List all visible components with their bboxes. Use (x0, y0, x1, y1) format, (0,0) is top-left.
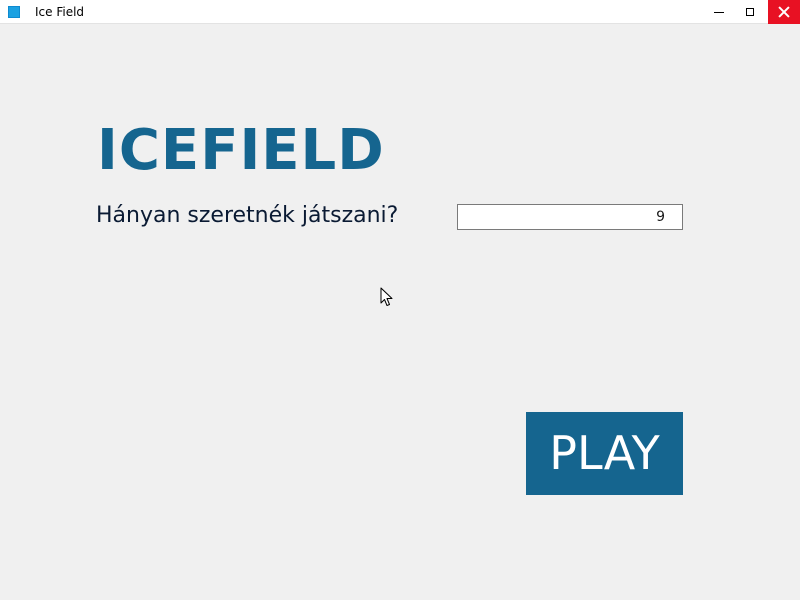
app-icon (8, 6, 20, 18)
close-button[interactable] (768, 0, 800, 24)
close-icon (778, 6, 790, 18)
window-title: Ice Field (35, 5, 85, 19)
minimize-icon (713, 11, 724, 13)
title-bar[interactable]: Ice Field (0, 0, 800, 24)
mouse-cursor-icon (380, 287, 393, 306)
maximize-icon (745, 8, 754, 16)
player-count-input[interactable] (457, 204, 683, 230)
play-button[interactable]: PLAY (526, 412, 683, 495)
game-logo: ICEFIELD (97, 118, 385, 183)
minimize-button[interactable] (703, 0, 734, 24)
app-window: Ice Field ICEFIELD Hányan szeretnék játs… (0, 0, 800, 600)
maximize-button[interactable] (734, 0, 765, 24)
player-count-label: Hányan szeretnék játszani? (96, 203, 399, 228)
